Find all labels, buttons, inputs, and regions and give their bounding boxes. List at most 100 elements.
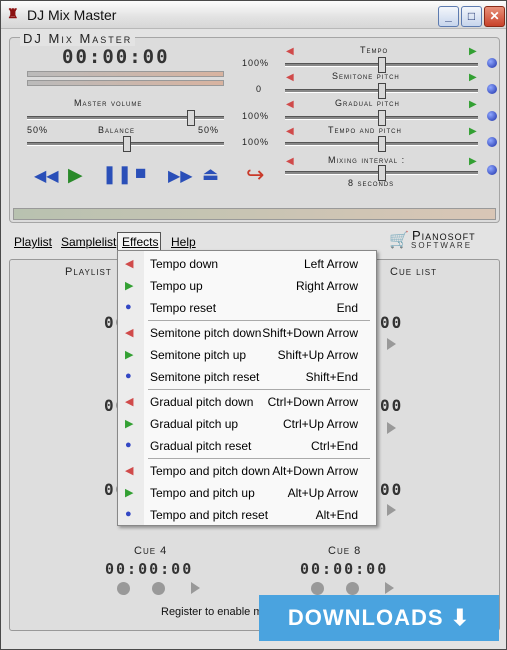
tempo-reset-icon[interactable] (487, 58, 497, 68)
tempo-value: 100% (242, 58, 270, 68)
arrow-left-icon: ◀ (125, 396, 134, 408)
menu-item-shortcut: Shift+Up Arrow (277, 348, 358, 362)
menu-item-label: Gradual pitch reset (150, 439, 252, 453)
menu-item-shortcut: Shift+Down Arrow (262, 326, 358, 340)
menu-item-label: Tempo and pitch reset (150, 508, 269, 522)
menu-samplelist[interactable]: Samplelist (61, 235, 116, 249)
semitone-down-icon[interactable]: ◀ (286, 72, 294, 83)
tab-cue-list[interactable]: Cue list (390, 266, 437, 278)
arrow-right-icon: ▶ (125, 280, 134, 292)
tempo-pitch-label: Tempo and pitch (328, 125, 402, 135)
menu-item-1[interactable]: ◀ Tempo down Left Arrow (118, 253, 376, 275)
menu-item-label: Gradual pitch up (150, 417, 239, 431)
title-bar[interactable]: ♜ DJ Mix Master _ □ ✕ (1, 1, 506, 29)
mixing-label: Mixing interval : (328, 155, 406, 165)
watermark: DOWNLOADS ⬇ .GURU (259, 595, 499, 641)
menu-item-9[interactable]: ● Gradual pitch reset Ctrl+End (118, 435, 376, 457)
menu-item-3[interactable]: ● Tempo reset End (118, 297, 376, 319)
mixing-up-icon[interactable]: ▶ (469, 156, 477, 167)
mixing-slider[interactable] (285, 165, 478, 181)
tempo-pitch-up-icon[interactable]: ▶ (469, 126, 477, 137)
tempo-pitch-down-icon[interactable]: ◀ (286, 126, 294, 137)
menu-item-label: Tempo and pitch down (150, 464, 271, 478)
menu-item-12[interactable]: ● Tempo and pitch reset Alt+End (118, 504, 376, 526)
menu-playlist[interactable]: Playlist (14, 235, 52, 249)
close-button[interactable]: ✕ (484, 6, 505, 27)
menu-item-2[interactable]: ▶ Tempo up Right Arrow (118, 275, 376, 297)
menu-item-5[interactable]: ▶ Semitone pitch up Shift+Up Arrow (118, 344, 376, 366)
gradual-slider[interactable] (285, 110, 478, 126)
semitone-label: Semitone pitch (332, 71, 400, 81)
arrow-left-icon: ◀ (125, 327, 134, 339)
menu-item-label: Semitone pitch down (150, 326, 262, 340)
cue4-play-icon[interactable] (191, 582, 200, 594)
cue-right-play-icon-2[interactable] (387, 422, 396, 434)
fast-forward-button[interactable]: ▶▶ (168, 166, 193, 186)
menu-help[interactable]: Help (171, 235, 196, 249)
gradual-reset-icon[interactable] (487, 111, 497, 121)
menu-item-6[interactable]: ● Semitone pitch reset Shift+End (118, 366, 376, 388)
position-bar[interactable] (13, 208, 496, 220)
cue4-set-icon[interactable] (117, 582, 130, 595)
semitone-up-icon[interactable]: ▶ (469, 72, 477, 83)
pause-button[interactable]: ❚❚ (102, 164, 132, 185)
play-button[interactable]: ▶ (68, 164, 83, 187)
menu-item-8[interactable]: ▶ Gradual pitch up Ctrl+Up Arrow (118, 413, 376, 435)
control-panel: DJ Mix Master 00:00:00 Master volume 50%… (9, 31, 500, 223)
time-display: 00:00:00 (62, 46, 170, 68)
menu-effects[interactable]: Effects (122, 235, 158, 249)
menu-item-10[interactable]: ◀ Tempo and pitch down Alt+Down Arrow (118, 460, 376, 482)
menu-item-11[interactable]: ▶ Tempo and pitch up Alt+Up Arrow (118, 482, 376, 504)
menu-item-shortcut: Alt+Down Arrow (272, 464, 358, 478)
menu-item-7[interactable]: ◀ Gradual pitch down Ctrl+Down Arrow (118, 391, 376, 413)
menu-item-shortcut: Ctrl+End (310, 439, 358, 453)
level-meter-left (27, 71, 224, 77)
tempo-pitch-reset-icon[interactable] (487, 137, 497, 147)
app-name-label: DJ Mix Master (20, 31, 136, 46)
menu-item-label: Semitone pitch reset (150, 370, 260, 384)
tempo-down-icon[interactable]: ◀ (286, 46, 294, 57)
eject-button[interactable]: ⏏ (202, 164, 219, 185)
maximize-button[interactable]: □ (461, 6, 482, 27)
dot-icon: ● (125, 508, 132, 520)
mixing-info-icon[interactable] (487, 165, 497, 175)
mix-button[interactable]: ↪ (246, 162, 264, 188)
semitone-reset-icon[interactable] (487, 84, 497, 94)
stop-button[interactable]: ■ (135, 163, 146, 185)
master-volume-slider[interactable] (27, 110, 224, 126)
cue-right-play-icon-1[interactable] (387, 338, 396, 350)
menu-item-4[interactable]: ◀ Semitone pitch down Shift+Down Arrow (118, 322, 376, 344)
menu-item-shortcut: End (336, 301, 358, 315)
gradual-up-icon[interactable]: ▶ (469, 99, 477, 110)
cue-right-time-3: 00 (380, 480, 404, 499)
tab-playlist[interactable]: Playlist (65, 266, 112, 278)
cue4-clear-icon[interactable] (152, 582, 165, 595)
cue4-time: 00:00:00 (105, 560, 194, 578)
balance-slider[interactable] (27, 136, 224, 152)
tempo-pitch-value: 100% (242, 137, 270, 147)
cue-right-play-icon-3[interactable] (387, 504, 396, 516)
effects-dropdown: ◀ Tempo down Left Arrow ▶ Tempo up Right Arro… (117, 250, 377, 526)
gradual-value: 100% (242, 111, 270, 121)
tempo-pitch-slider[interactable] (285, 136, 478, 152)
menu-item-shortcut: Right Arrow (295, 279, 358, 293)
mixing-down-icon[interactable]: ◀ (286, 156, 294, 167)
dot-icon: ● (125, 370, 132, 382)
semitone-slider[interactable] (285, 83, 478, 99)
menu-item-label: Tempo down (150, 257, 219, 271)
mixing-value: 8 seconds (348, 178, 395, 188)
menu-item-shortcut: Alt+Up Arrow (287, 486, 358, 500)
cue8-play-icon[interactable] (385, 582, 394, 594)
tempo-up-icon[interactable]: ▶ (469, 46, 477, 57)
rewind-button[interactable]: ◀◀ (34, 166, 59, 186)
cue8-clear-icon[interactable] (346, 582, 359, 595)
menu-item-label: Tempo reset (150, 301, 217, 315)
tempo-slider[interactable] (285, 57, 478, 73)
semitone-value: 0 (256, 84, 263, 94)
minimize-button[interactable]: _ (438, 6, 459, 27)
menu-item-shortcut: Ctrl+Down Arrow (267, 395, 358, 409)
menu-item-shortcut: Left Arrow (303, 257, 358, 271)
cue8-set-icon[interactable] (311, 582, 324, 595)
menu-item-label: Semitone pitch up (150, 348, 247, 362)
gradual-down-icon[interactable]: ◀ (286, 99, 294, 110)
